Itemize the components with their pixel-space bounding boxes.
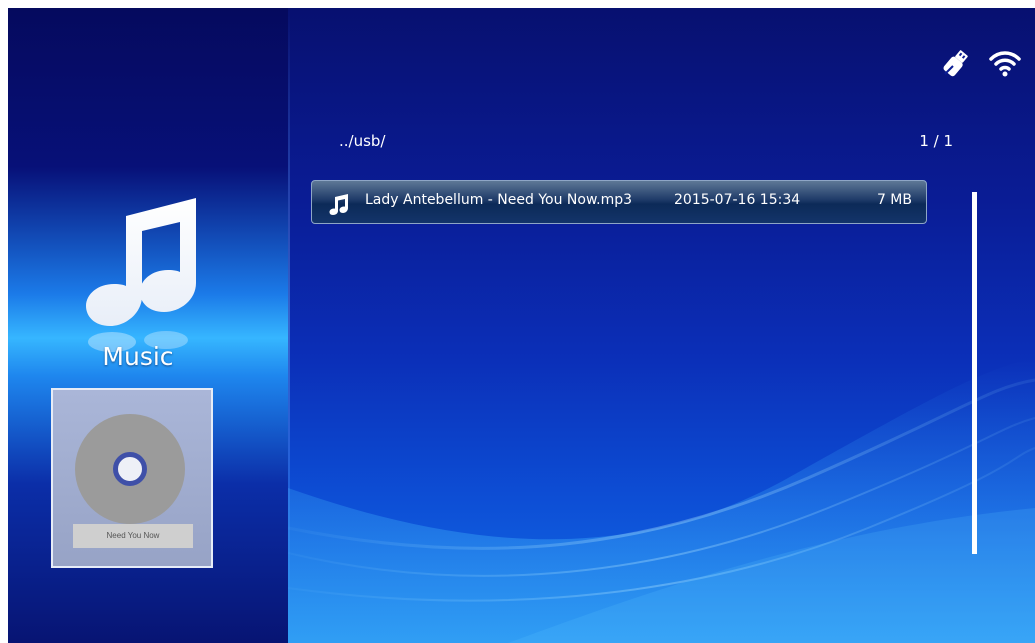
category-label: Music — [102, 342, 174, 371]
current-path: ../usb/ — [339, 132, 386, 150]
album-cover: Need You Now — [51, 388, 213, 568]
file-row-selected[interactable]: Lady Antebellum - Need You Now.mp3 2015-… — [311, 180, 927, 224]
disc-icon — [75, 414, 185, 524]
music-note-icon — [86, 198, 196, 352]
panel-divider — [288, 8, 290, 643]
music-note-icon — [329, 194, 348, 215]
usb-icon — [943, 50, 968, 77]
wifi-icon — [989, 51, 1021, 77]
media-player-screen: Music Need You Now ../usb/ 1 / 1 Lady An… — [8, 8, 1035, 643]
page-indicator: 1 / 1 — [919, 132, 953, 150]
scrollbar[interactable] — [972, 192, 977, 554]
status-bar — [935, 44, 1035, 84]
file-list: Lady Antebellum - Need You Now.mp3 2015-… — [311, 180, 927, 224]
category-panel: Music Need You Now — [8, 8, 288, 643]
album-title: Need You Now — [73, 524, 193, 548]
file-size: 7 MB — [876, 192, 912, 208]
file-name: Lady Antebellum - Need You Now.mp3 — [365, 192, 632, 208]
file-date: 2015-07-16 15:34 — [674, 192, 801, 208]
disc-hole — [113, 452, 147, 486]
